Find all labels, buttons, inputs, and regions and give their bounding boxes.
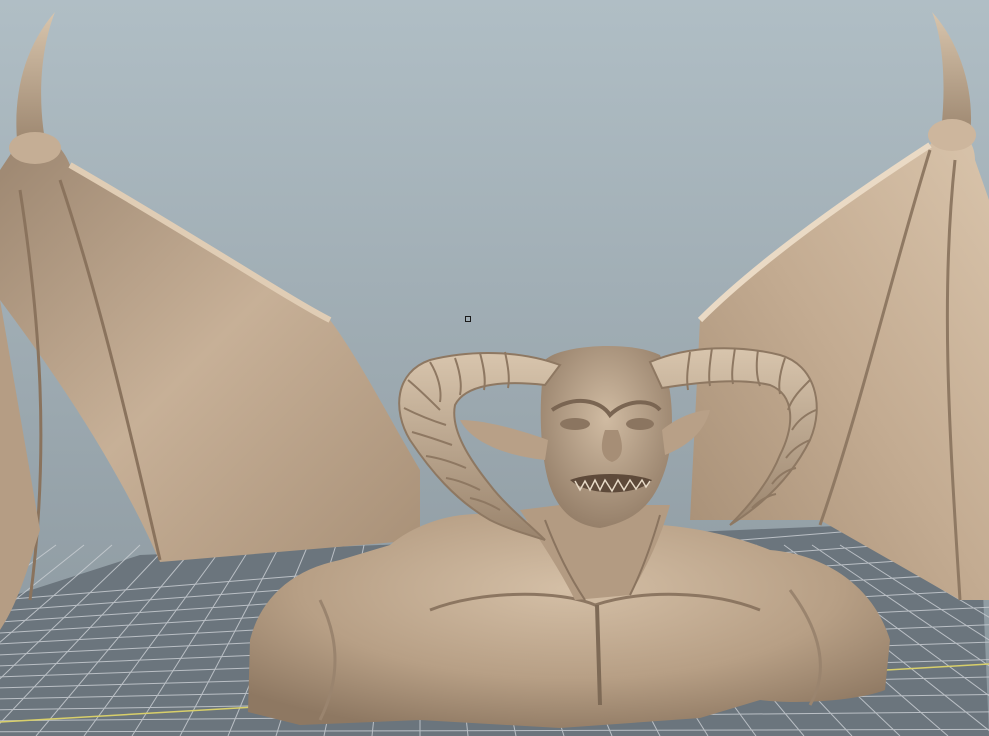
3d-viewport[interactable] — [0, 0, 989, 736]
viewport-canvas[interactable] — [0, 0, 989, 736]
pivot-square-icon[interactable] — [465, 316, 471, 322]
